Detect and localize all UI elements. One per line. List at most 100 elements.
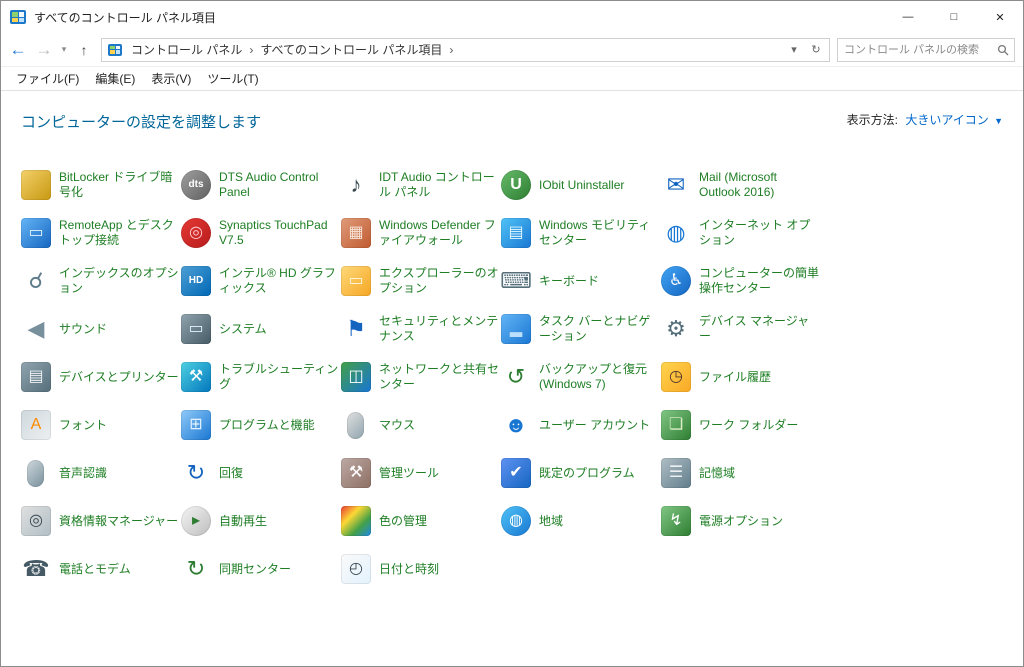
control-panel-item[interactable]: ▤デバイスとプリンター: [21, 360, 181, 394]
breadcrumb-separator: ›: [246, 43, 256, 57]
control-panel-item[interactable]: ↺バックアップと復元 (Windows 7): [501, 360, 661, 394]
control-panel-item[interactable]: ◍インターネット オプション: [661, 216, 821, 250]
control-panel-item-label: トラブルシューティング: [219, 362, 341, 392]
control-panel-item[interactable]: ↯電源オプション: [661, 504, 821, 538]
control-panel-item-label: サウンド: [59, 322, 107, 337]
credential-manager-icon: ◎: [21, 506, 51, 536]
control-panel-item[interactable]: ⚒管理ツール: [341, 456, 501, 490]
mail-icon: ✉: [661, 170, 691, 200]
control-panel-item[interactable]: ◍地域: [501, 504, 661, 538]
address-bar[interactable]: コントロール パネル › すべてのコントロール パネル項目 › ▾ ↻: [101, 38, 830, 62]
control-panel-item-label: キーボード: [539, 274, 599, 289]
backup-restore-icon: ↺: [501, 362, 531, 392]
control-panel-item[interactable]: ◴日付と時刻: [341, 552, 501, 586]
breadcrumb-item-control-panel[interactable]: コントロール パネル: [127, 38, 246, 61]
control-panel-item[interactable]: ▦Windows Defender ファイアウォール: [341, 216, 501, 250]
control-panel-item-label: タスク バーとナビゲーション: [539, 314, 661, 344]
control-panel-item[interactable]: dtsDTS Audio Control Panel: [181, 168, 341, 202]
control-panel-item[interactable]: HDインテル® HD グラフィックス: [181, 264, 341, 298]
address-dropdown-button[interactable]: ▾: [783, 39, 805, 61]
programs-features-icon: ⊞: [181, 410, 211, 440]
control-panel-item[interactable]: ♪IDT Audio コントロール パネル: [341, 168, 501, 202]
control-panel-item[interactable]: ◀サウンド: [21, 312, 181, 346]
synaptics-touchpad-icon: ◎: [181, 218, 211, 248]
recent-locations-dropdown[interactable]: ▾: [57, 37, 71, 63]
control-panel-item-label: 既定のプログラム: [539, 466, 635, 481]
control-panel-item-label: ファイル履歴: [699, 370, 771, 385]
control-panel-item[interactable]: ◎Synaptics TouchPad V7.5: [181, 216, 341, 250]
control-panel-item-label: デバイスとプリンター: [59, 370, 179, 385]
control-panel-item[interactable]: ◎資格情報マネージャー: [21, 504, 181, 538]
search-input[interactable]: [838, 44, 992, 56]
control-panel-item[interactable]: ▤Windows モビリティ センター: [501, 216, 661, 250]
menu-item-file[interactable]: ファイル(F): [9, 67, 86, 90]
control-panel-item[interactable]: ☰記憶域: [661, 456, 821, 490]
control-panel-item[interactable]: ❏ワーク フォルダー: [661, 408, 821, 442]
security-maintenance-icon: ⚑: [341, 314, 371, 344]
content-area: コンピューターの設定を調整します 表示方法: 大きいアイコン ▼ BitLock…: [1, 91, 1023, 666]
control-panel-item[interactable]: ✔既定のプログラム: [501, 456, 661, 490]
control-panel-item[interactable]: ☌インデックスのオプション: [21, 264, 181, 298]
control-panel-item-label: Windows モビリティ センター: [539, 218, 661, 248]
control-panel-item[interactable]: ⚑セキュリティとメンテナンス: [341, 312, 501, 346]
autoplay-icon: ▸: [181, 506, 211, 536]
control-panel-item[interactable]: Aフォント: [21, 408, 181, 442]
control-panel-item[interactable]: ⚒トラブルシューティング: [181, 360, 341, 394]
menu-item-view[interactable]: 表示(V): [144, 67, 198, 90]
control-panel-item[interactable]: ◫ネットワークと共有センター: [341, 360, 501, 394]
control-panel-item[interactable]: 色の管理: [341, 504, 501, 538]
control-panel-item[interactable]: BitLocker ドライブ暗号化: [21, 168, 181, 202]
back-button[interactable]: ←: [5, 37, 31, 63]
control-panel-item[interactable]: ▸自動再生: [181, 504, 341, 538]
up-button[interactable]: ↑: [71, 37, 97, 63]
control-panel-item[interactable]: ▭エクスプローラーのオプション: [341, 264, 501, 298]
region-icon: ◍: [501, 506, 531, 536]
control-panel-item[interactable]: ⚙デバイス マネージャー: [661, 312, 821, 346]
control-panel-item[interactable]: ▭システム: [181, 312, 341, 346]
user-accounts-icon: ☻: [501, 410, 531, 440]
control-panel-item[interactable]: ↻同期センター: [181, 552, 341, 586]
menu-item-tools[interactable]: ツール(T): [200, 67, 265, 90]
control-panel-item[interactable]: マウス: [341, 408, 501, 442]
control-panel-item[interactable]: ✉ Mail (Microsoft Outlook 2016): [661, 168, 821, 202]
control-panel-item[interactable]: ☎電話とモデム: [21, 552, 181, 586]
control-panel-item-label: Mail (Microsoft Outlook 2016): [699, 170, 821, 200]
speech-recognition-icon: [27, 460, 44, 487]
control-panel-item-label: インデックスのオプション: [59, 266, 181, 296]
control-panel-item[interactable]: ☻ ユーザー アカウント: [501, 408, 661, 442]
control-panel-item[interactable]: ▭RemoteApp とデスクトップ接続: [21, 216, 181, 250]
control-panel-item-label: 日付と時刻: [379, 562, 439, 577]
control-panel-item-label: ユーザー アカウント: [539, 418, 650, 433]
control-panel-item[interactable]: UIObit Uninstaller: [501, 168, 661, 202]
control-panel-item[interactable]: ⊞プログラムと機能: [181, 408, 341, 442]
control-panel-item-label: システム: [219, 322, 267, 337]
window-controls: — □ ✕: [885, 1, 1023, 33]
control-panel-item[interactable]: ▂タスク バーとナビゲーション: [501, 312, 661, 346]
control-panel-item-label: インターネット オプション: [699, 218, 821, 248]
search-icon[interactable]: [992, 44, 1014, 56]
view-by-label: 表示方法:: [847, 113, 898, 127]
forward-button[interactable]: →: [31, 37, 57, 63]
menu-item-edit[interactable]: 編集(E): [88, 67, 142, 90]
control-panel-item-label: デバイス マネージャー: [699, 314, 821, 344]
sync-center-icon: ↻: [181, 554, 211, 584]
control-panel-item[interactable]: ◷ファイル履歴: [661, 360, 821, 394]
control-panel-item[interactable]: ♿コンピューターの簡単操作センター: [661, 264, 821, 298]
chevron-down-icon[interactable]: ▼: [994, 116, 1003, 126]
control-panel-item[interactable]: ↻回復: [181, 456, 341, 490]
view-by-value[interactable]: 大きいアイコン: [905, 113, 988, 127]
close-button[interactable]: ✕: [977, 1, 1023, 33]
explorer-options-icon: ▭: [341, 266, 371, 296]
control-panel-item[interactable]: 音声認識: [21, 456, 181, 490]
control-panel-item-label: コンピューターの簡単操作センター: [699, 266, 821, 296]
idt-audio-icon: ♪: [341, 170, 371, 200]
titlebar: すべてのコントロール パネル項目 — □ ✕: [1, 1, 1023, 33]
control-panel-item[interactable]: ⌨キーボード: [501, 264, 661, 298]
minimize-button[interactable]: —: [885, 1, 931, 33]
refresh-button[interactable]: ↻: [805, 39, 827, 61]
control-panel-grid: BitLocker ドライブ暗号化dtsDTS Audio Control Pa…: [21, 168, 1023, 586]
control-panel-item-label: RemoteApp とデスクトップ接続: [59, 218, 181, 248]
iobit-uninstaller-icon: U: [501, 170, 531, 200]
maximize-button[interactable]: □: [931, 1, 977, 33]
breadcrumb-item-all-items[interactable]: すべてのコントロール パネル項目: [256, 38, 446, 61]
